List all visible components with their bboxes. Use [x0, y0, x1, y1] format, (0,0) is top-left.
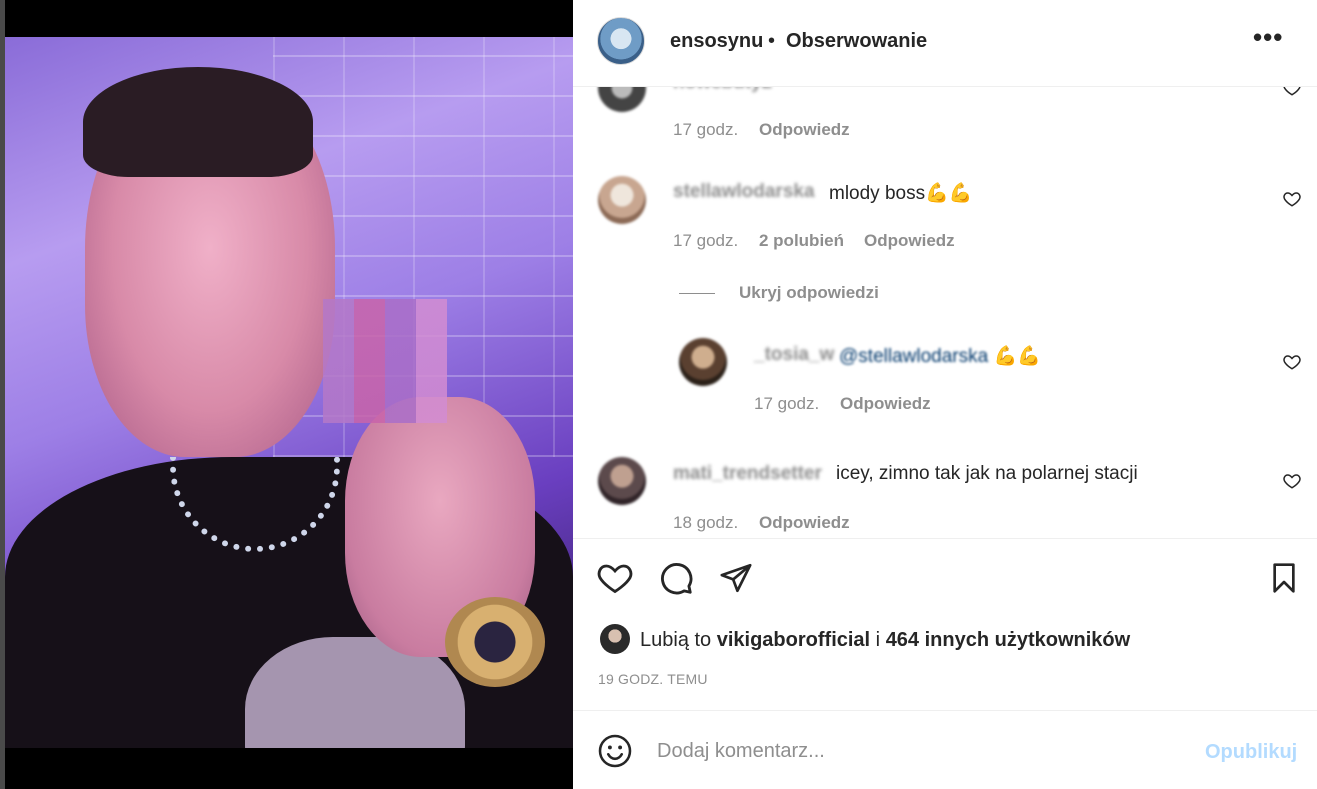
save-bookmark-icon[interactable] — [1265, 559, 1303, 597]
likes-summary: Lubią to vikigaborofficial i 464 innych … — [597, 622, 1297, 658]
post-photo[interactable] — [5, 37, 573, 748]
comment-bubble-icon[interactable] — [657, 559, 695, 597]
comment-reply-button[interactable]: Odpowiedz — [864, 231, 955, 251]
post-comment-button[interactable]: Opublikuj — [1205, 741, 1297, 764]
comment-avatar[interactable] — [598, 457, 646, 505]
post-side-panel: ensosynu • Obserwowanie ••• nowebuty2 17… — [573, 0, 1317, 789]
share-paper-plane-icon[interactable] — [717, 559, 755, 597]
comment-input[interactable] — [657, 735, 1177, 767]
reply-text: @stellawlodarska 💪💪 — [839, 344, 1041, 368]
comment-username[interactable]: nowebuty2 — [673, 87, 772, 94]
comment-likes-count[interactable]: 2 polubień — [759, 231, 844, 251]
reply-mention-link[interactable]: @stellawlodarska — [839, 346, 988, 367]
comment-reply-button[interactable]: Odpowiedz — [759, 513, 850, 533]
emoji-smiley-icon[interactable] — [597, 733, 633, 769]
more-options-icon[interactable]: ••• — [1253, 22, 1283, 53]
photo-pixelated-censor — [323, 299, 447, 423]
reply-like-heart-icon[interactable] — [1283, 353, 1301, 371]
comment-text: icey, zimno tak jak na polarnej stacji — [836, 463, 1138, 484]
comment-reply-button[interactable]: Odpowiedz — [759, 120, 850, 140]
post-header: ensosynu • Obserwowanie ••• — [573, 0, 1317, 87]
post-timestamp[interactable]: 19 GODZ. TEMU — [598, 671, 708, 687]
header-separator: • — [768, 30, 776, 52]
comment-time: 17 godz. — [673, 120, 739, 139]
hide-replies-button[interactable]: Ukryj odpowiedzi — [739, 283, 879, 303]
author-username[interactable]: ensosynu — [670, 30, 763, 53]
comment-time: 17 godz. — [673, 231, 739, 250]
reply-time: 17 godz. — [754, 394, 820, 413]
author-avatar[interactable] — [597, 17, 645, 65]
likes-prefix: Lubią to — [640, 629, 712, 651]
reply-username[interactable]: _tosia_w — [754, 344, 834, 366]
flexed-biceps-emoji-icon: 💪💪 — [925, 182, 973, 204]
comment-avatar[interactable] — [598, 176, 646, 224]
hide-replies-line — [679, 293, 715, 294]
photo-hair — [83, 67, 313, 177]
comment-username[interactable]: stellawlodarska — [673, 181, 815, 203]
liker-username[interactable]: vikigaborofficial — [717, 629, 870, 651]
add-comment-bar: Opublikuj — [573, 710, 1317, 789]
liker-avatar[interactable] — [600, 624, 630, 654]
reply-avatar[interactable] — [679, 338, 727, 386]
comment-username[interactable]: mati_trendsetter — [673, 463, 822, 485]
photo-watch — [445, 597, 545, 687]
comment-like-heart-icon[interactable] — [1283, 190, 1301, 208]
comments-list[interactable]: nowebuty2 17 godz. Odpowiedz stellawloda… — [573, 87, 1317, 538]
comment-text: mlody boss💪💪 — [829, 182, 973, 204]
reply-reply-button[interactable]: Odpowiedz — [840, 394, 931, 414]
likes-conjunction: i — [875, 629, 881, 651]
comment-avatar[interactable] — [598, 87, 646, 112]
likes-text: Lubią to vikigaborofficial i 464 innych … — [640, 629, 1130, 652]
likes-others-count[interactable]: 464 innych użytkowników — [886, 629, 1131, 651]
comment-like-heart-icon[interactable] — [1283, 87, 1301, 97]
comment-like-heart-icon[interactable] — [1283, 472, 1301, 490]
post-actions-bar — [573, 538, 1317, 618]
follow-status-button[interactable]: Obserwowanie — [786, 30, 927, 53]
flexed-biceps-emoji-icon: 💪💪 — [993, 345, 1041, 367]
comment-time: 18 godz. — [673, 513, 739, 532]
like-heart-icon[interactable] — [596, 559, 634, 597]
post-media[interactable] — [0, 0, 573, 789]
